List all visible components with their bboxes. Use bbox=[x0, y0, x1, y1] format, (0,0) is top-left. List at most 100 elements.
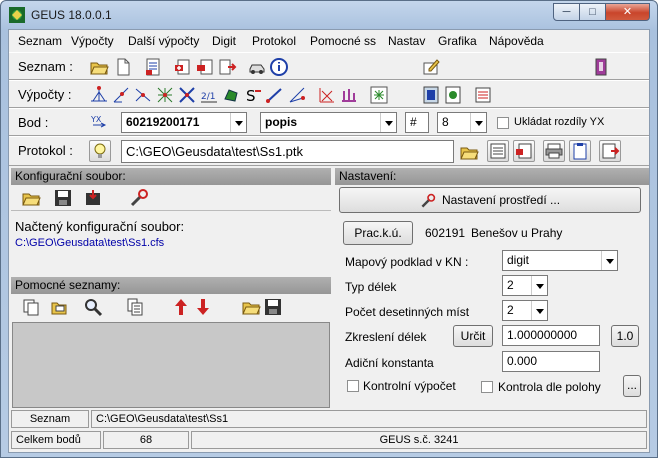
kontrola-more-button[interactable]: ... bbox=[623, 375, 641, 397]
pomocne-list[interactable] bbox=[12, 322, 330, 408]
pomocne-search-icon[interactable] bbox=[83, 297, 103, 317]
menu-napoveda[interactable]: Nápověda bbox=[489, 34, 544, 48]
point-description-combo[interactable]: popis bbox=[260, 112, 397, 133]
menu-pomocne-ss[interactable]: Pomocné ss bbox=[310, 34, 376, 48]
map-tools-icon[interactable] bbox=[443, 85, 463, 105]
protokol-clipboard-button[interactable] bbox=[569, 140, 591, 162]
s-curve-calc-icon[interactable]: S bbox=[243, 85, 263, 105]
protokol-toolbar: Protokol : C:\GEO\Geusdata\test\Ss1.ptk bbox=[9, 136, 649, 166]
network-calc-icon[interactable] bbox=[155, 85, 175, 105]
pocet-mist-dropdown-icon[interactable] bbox=[531, 301, 547, 320]
polygon-calc-icon[interactable] bbox=[221, 85, 241, 105]
typ-delek-dropdown-icon[interactable] bbox=[531, 276, 547, 295]
zkresleni-input[interactable]: 1.000000000 bbox=[502, 325, 600, 346]
status-celkem-label: Celkem bodů bbox=[11, 431, 101, 449]
mapovy-podklad-label: Mapový podklad v KN : bbox=[345, 255, 469, 269]
protokol-path-input[interactable]: C:\GEO\Geusdata\test\Ss1.ptk bbox=[121, 140, 454, 163]
menu-protokol[interactable]: Protokol bbox=[252, 34, 296, 48]
nastaveni-prostredi-button[interactable]: Nastavení prostředí ... bbox=[339, 187, 641, 213]
area-calc-icon[interactable] bbox=[339, 85, 359, 105]
exit-door-icon[interactable] bbox=[591, 57, 611, 77]
nastaveni-header: Nastavení: bbox=[335, 168, 649, 185]
add-list-icon[interactable] bbox=[173, 57, 193, 77]
protokol-path-value: C:\GEO\Geusdata\test\Ss1.ptk bbox=[126, 144, 304, 159]
angle-calc-icon[interactable] bbox=[287, 85, 307, 105]
reset-one-button[interactable]: 1.0 bbox=[611, 325, 639, 347]
menu-seznam[interactable]: Seznam bbox=[18, 34, 62, 48]
menu-vypocty[interactable]: Výpočty bbox=[71, 34, 114, 48]
export-list-icon[interactable] bbox=[217, 57, 237, 77]
open-folder-icon[interactable] bbox=[89, 57, 109, 77]
numbered-calc-icon[interactable]: 2/1 bbox=[199, 85, 219, 105]
point-number-value: 60219200171 bbox=[126, 115, 200, 129]
point-number-combo[interactable]: 60219200171 bbox=[121, 112, 247, 133]
adicni-konstanta-input[interactable]: 0.000 bbox=[502, 351, 600, 372]
digitize-icon[interactable] bbox=[421, 85, 441, 105]
zkresleni-value: 1.000000000 bbox=[507, 328, 578, 342]
pomocne-move-down-icon[interactable] bbox=[193, 297, 213, 317]
konfig-open-icon[interactable] bbox=[21, 188, 41, 208]
prac-ku-button[interactable]: Prac.k.ú. bbox=[343, 221, 413, 245]
hash-field[interactable]: # bbox=[405, 112, 429, 133]
database-tools-icon[interactable] bbox=[473, 85, 493, 105]
menu-dalsi-vypocty[interactable]: Další výpočty bbox=[128, 34, 199, 48]
protokol-open-folder-icon[interactable] bbox=[459, 142, 479, 162]
pomocne-lists-icon[interactable] bbox=[125, 297, 145, 317]
pomocne-open-list-icon[interactable] bbox=[49, 297, 69, 317]
title-bar[interactable]: GEUS 18.0.0.1 ─ □ ✕ bbox=[1, 1, 657, 29]
point-description-dropdown-icon[interactable] bbox=[380, 113, 396, 132]
point-number-dropdown-icon[interactable] bbox=[230, 113, 246, 132]
graphic-calc-icon[interactable] bbox=[369, 85, 389, 105]
status-seznam-label: Seznam bbox=[11, 410, 89, 428]
close-button[interactable]: ✕ bbox=[605, 3, 650, 21]
edit-doc-icon[interactable] bbox=[421, 57, 441, 77]
orthogonal-calc-icon[interactable] bbox=[111, 85, 131, 105]
pomocne-move-up-icon[interactable] bbox=[171, 297, 191, 317]
ukladat-rozdily-checkbox[interactable] bbox=[497, 117, 509, 129]
pomocne-save-icon[interactable] bbox=[263, 297, 283, 317]
menu-digit[interactable]: Digit bbox=[212, 34, 236, 48]
line-calc-icon[interactable] bbox=[265, 85, 285, 105]
konfig-settings-icon[interactable] bbox=[129, 188, 149, 208]
table-doc-icon[interactable] bbox=[143, 57, 163, 77]
pomocne-header: Pomocné seznamy: bbox=[11, 277, 331, 294]
protokol-lightbulb-button[interactable] bbox=[89, 140, 111, 162]
cross-calc-icon[interactable] bbox=[177, 85, 197, 105]
pocet-mist-value: 2 bbox=[507, 303, 514, 317]
maximize-button[interactable]: □ bbox=[579, 3, 606, 21]
protokol-export-button[interactable] bbox=[513, 140, 535, 162]
menu-grafika[interactable]: Grafika bbox=[438, 34, 477, 48]
konfig-save-icon[interactable] bbox=[53, 188, 73, 208]
minimize-button[interactable]: ─ bbox=[553, 3, 580, 21]
pomocne-copy-icon[interactable] bbox=[21, 297, 41, 317]
konfig-save-as-icon[interactable] bbox=[83, 188, 103, 208]
polar-calc-icon[interactable] bbox=[89, 85, 109, 105]
bod-toolbar-label: Bod : bbox=[18, 115, 49, 130]
count-dropdown-icon[interactable] bbox=[470, 113, 486, 132]
urcit-button[interactable]: Určit bbox=[453, 325, 493, 347]
kontrolni-vypocet-checkbox[interactable] bbox=[347, 380, 359, 392]
protokol-print-button[interactable] bbox=[543, 140, 565, 162]
status-seznam-path: C:\GEO\Geusdata\test\Ss1 bbox=[91, 410, 647, 428]
protokol-close-button[interactable] bbox=[599, 140, 621, 162]
protokol-view-button[interactable] bbox=[487, 140, 509, 162]
zkresleni-label: Zkreslení délek bbox=[345, 330, 427, 344]
info-icon[interactable] bbox=[269, 57, 289, 77]
protokol-toolbar-label: Protokol : bbox=[18, 143, 73, 158]
menu-nastav[interactable]: Nastav bbox=[388, 34, 425, 48]
adicni-konstanta-label: Adiční konstanta bbox=[345, 356, 434, 370]
car-icon[interactable] bbox=[247, 57, 267, 77]
transformation-calc-icon[interactable] bbox=[317, 85, 337, 105]
svg-text:2/1: 2/1 bbox=[201, 92, 215, 102]
pomocne-open-folder-icon[interactable] bbox=[241, 297, 261, 317]
svg-text:S: S bbox=[246, 87, 256, 105]
adicni-konstanta-value: 0.000 bbox=[507, 354, 538, 368]
nastaveni-prostredi-label: Nastavení prostředí ... bbox=[441, 193, 561, 207]
new-file-icon[interactable] bbox=[113, 57, 133, 77]
intersection-calc-icon[interactable] bbox=[133, 85, 153, 105]
kontrola-polohy-checkbox[interactable] bbox=[481, 381, 493, 393]
sort-points-icon[interactable]: YX bbox=[89, 113, 109, 133]
ukladat-rozdily-label: Ukládat rozdíly YX bbox=[514, 116, 605, 128]
mapovy-podklad-dropdown-icon[interactable] bbox=[601, 251, 617, 270]
copy-list-icon[interactable] bbox=[195, 57, 215, 77]
